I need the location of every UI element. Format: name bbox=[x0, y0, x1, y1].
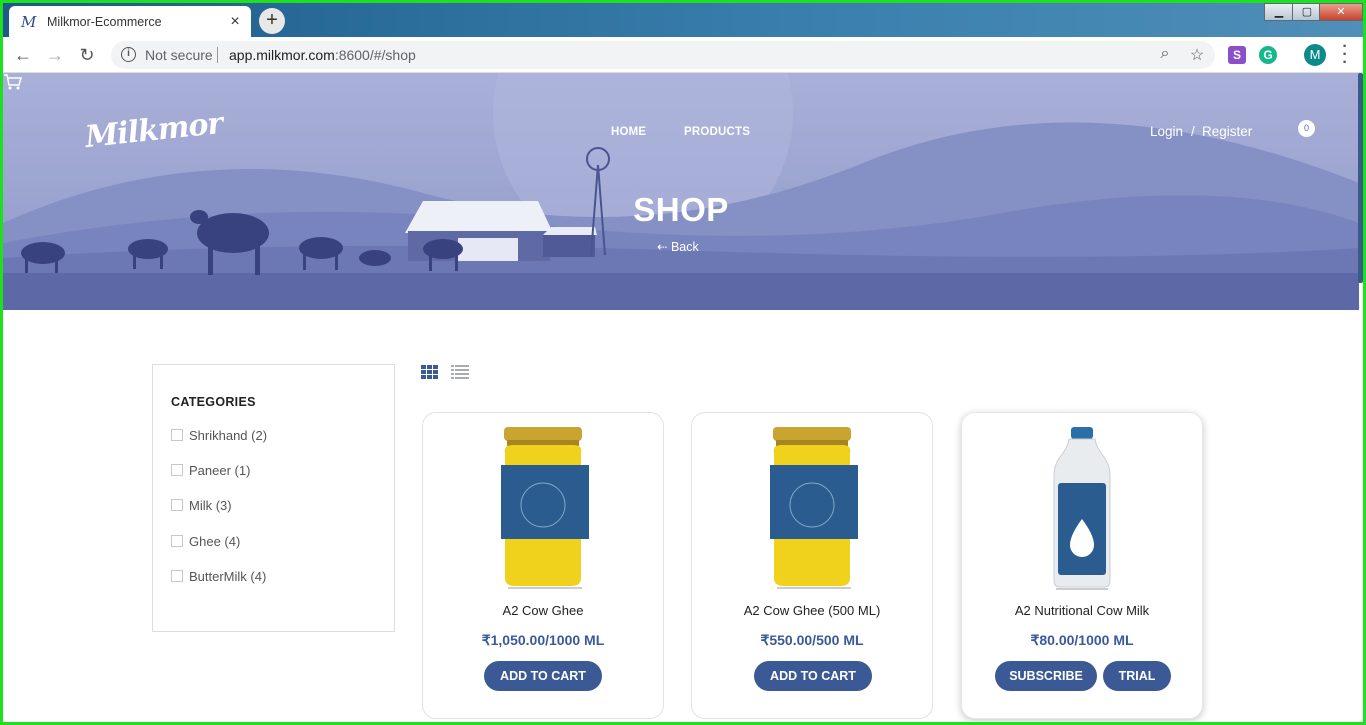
cart-icon[interactable] bbox=[3, 73, 23, 91]
browser-menu-icon[interactable]: · · · bbox=[1337, 39, 1353, 71]
trial-button[interactable]: TRIAL bbox=[1103, 661, 1171, 691]
category-paneer[interactable]: Paneer (1) bbox=[171, 460, 250, 480]
category-checkbox[interactable] bbox=[171, 464, 183, 476]
category-checkbox[interactable] bbox=[171, 535, 183, 547]
grammarly-icon[interactable]: G bbox=[1259, 46, 1277, 64]
product-price: ₹1,050.00/1000 ML bbox=[481, 632, 605, 648]
category-buttermilk[interactable]: ButterMilk (4) bbox=[171, 566, 266, 586]
categories-title: CATEGORIES bbox=[171, 395, 256, 409]
nav-products[interactable]: PRODUCTS bbox=[684, 126, 750, 138]
product-name[interactable]: A2 Cow Ghee (500 ML) bbox=[692, 603, 932, 618]
back-link[interactable]: ⇠ Back bbox=[657, 239, 699, 254]
close-window-button[interactable]: ✕ bbox=[1319, 3, 1363, 21]
new-tab-button[interactable]: + bbox=[259, 8, 285, 34]
back-arrow-icon[interactable]: ← bbox=[11, 43, 35, 67]
screen-frame: M Milkmor-Ecommerce × + ▁ ▢ ✕ ← → ↻ i No… bbox=[0, 0, 1366, 725]
categories-panel: CATEGORIES Shrikhand (2) Paneer (1) Milk… bbox=[152, 364, 395, 632]
profile-avatar[interactable]: M bbox=[1304, 44, 1326, 66]
add-to-cart-button[interactable]: ADD TO CART bbox=[754, 661, 872, 691]
category-label: Ghee (4) bbox=[189, 533, 241, 549]
category-shrikhand[interactable]: Shrikhand (2) bbox=[171, 425, 267, 445]
product-name[interactable]: A2 Nutritional Cow Milk bbox=[962, 603, 1202, 618]
cart-count-badge: 0 bbox=[1298, 120, 1315, 137]
forward-arrow-icon[interactable]: → bbox=[43, 43, 67, 67]
product-card[interactable]: A2 Cow Ghee ₹1,050.00/1000 ML ADD TO CAR… bbox=[422, 412, 664, 719]
add-to-cart-button[interactable]: ADD TO CART bbox=[484, 661, 602, 691]
page-title: SHOP bbox=[633, 191, 729, 228]
category-label: ButterMilk (4) bbox=[189, 568, 267, 584]
security-label: Not secure bbox=[145, 47, 213, 63]
back-label: Back bbox=[670, 240, 699, 254]
product-price: ₹80.00/1000 ML bbox=[1030, 632, 1134, 648]
auth-separator: / bbox=[1191, 124, 1195, 139]
page-scrollbar[interactable] bbox=[1358, 73, 1363, 283]
browser-tab[interactable]: M Milkmor-Ecommerce × bbox=[9, 6, 251, 37]
ghee-jar-image bbox=[501, 427, 589, 589]
zoom-icon[interactable]: ⌕ bbox=[1155, 45, 1175, 63]
milkmor-favicon-icon: M bbox=[21, 12, 37, 31]
url-host: app.milkmor.com bbox=[229, 47, 335, 63]
grid-view-icon[interactable] bbox=[421, 365, 439, 379]
reload-icon[interactable]: ↻ bbox=[75, 43, 99, 67]
register-link[interactable]: Register bbox=[1202, 124, 1252, 139]
product-name[interactable]: A2 Cow Ghee bbox=[423, 603, 663, 618]
subscribe-button[interactable]: SUBSCRIBE bbox=[995, 661, 1097, 691]
extension-s-icon[interactable]: S bbox=[1228, 46, 1246, 64]
close-tab-icon[interactable]: × bbox=[227, 13, 243, 31]
list-view-icon[interactable] bbox=[451, 365, 469, 379]
product-card[interactable]: A2 Nutritional Cow Milk ₹80.00/1000 ML S… bbox=[961, 412, 1203, 719]
product-price: ₹550.00/500 ML bbox=[760, 632, 864, 648]
address-bar[interactable]: i Not secure app.milkmor.com:8600/#/shop… bbox=[111, 41, 1215, 69]
browser-toolbar: ← → ↻ i Not secure app.milkmor.com:8600/… bbox=[3, 37, 1363, 73]
hero-banner: Milkmor HOME PRODUCTS Login / Register 0… bbox=[3, 73, 1359, 310]
url-text: app.milkmor.com:8600/#/shop bbox=[229, 47, 416, 63]
minimize-window-button[interactable]: ▁ bbox=[1264, 3, 1294, 21]
back-arrow-icon: ⇠ bbox=[657, 240, 671, 254]
info-icon[interactable]: i bbox=[121, 47, 136, 62]
category-milk[interactable]: Milk (3) bbox=[171, 495, 232, 515]
page-viewport: Milkmor HOME PRODUCTS Login / Register 0… bbox=[3, 73, 1363, 722]
category-label: Paneer (1) bbox=[189, 462, 251, 478]
ghee-jar-image bbox=[770, 427, 858, 589]
url-path: :8600/#/shop bbox=[334, 47, 416, 63]
category-label: Shrikhand (2) bbox=[189, 427, 268, 443]
category-checkbox[interactable] bbox=[171, 429, 183, 441]
maximize-window-button[interactable]: ▢ bbox=[1292, 3, 1322, 21]
tab-title: Milkmor-Ecommerce bbox=[47, 14, 162, 29]
milk-bottle-image bbox=[1053, 427, 1111, 590]
login-link[interactable]: Login bbox=[1150, 124, 1183, 139]
bookmark-star-icon[interactable]: ☆ bbox=[1187, 45, 1207, 65]
category-checkbox[interactable] bbox=[171, 499, 183, 511]
category-label: Milk (3) bbox=[189, 497, 232, 513]
product-card[interactable]: A2 Cow Ghee (500 ML) ₹550.00/500 ML ADD … bbox=[691, 412, 933, 719]
address-divider bbox=[217, 47, 218, 63]
nav-home[interactable]: HOME bbox=[611, 126, 646, 138]
category-checkbox[interactable] bbox=[171, 570, 183, 582]
category-ghee[interactable]: Ghee (4) bbox=[171, 531, 240, 551]
browser-tabbar: M Milkmor-Ecommerce × + ▁ ▢ ✕ bbox=[3, 3, 1363, 37]
